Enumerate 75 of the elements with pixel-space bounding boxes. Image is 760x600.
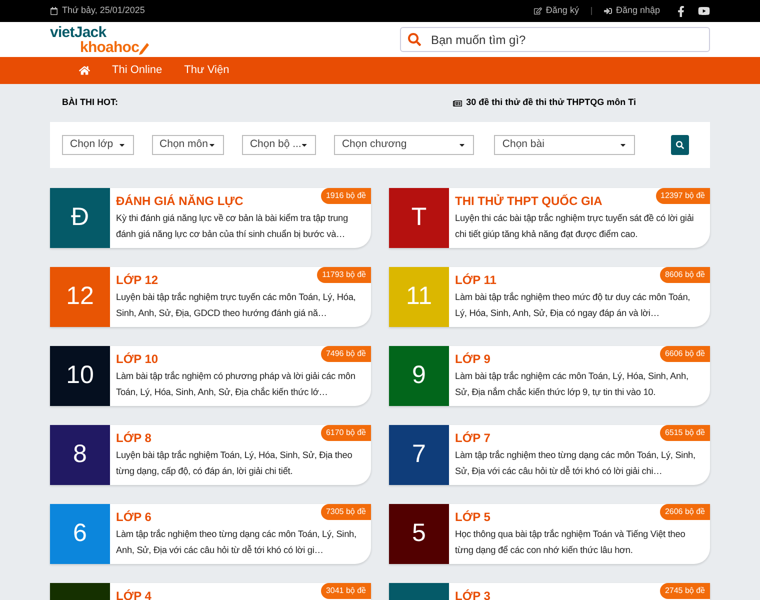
nav-link[interactable]: Thư Viện [184, 62, 230, 79]
count-badge: 12397 bộ đề [656, 188, 710, 204]
card-description: Làm bài tập trắc nghiệm có phương pháp và lời giải các môn Toán, Lý, Hóa, Sinh, Anh, Sử, Địa chắc kiến thức lớ… [116, 370, 356, 399]
card-tile: 9 [389, 346, 449, 406]
card-tile: 7 [389, 425, 449, 485]
search-field[interactable]: Bạn muốn tìm gì? [400, 27, 710, 52]
pencil-icon [139, 42, 150, 54]
newspaper-icon [453, 98, 462, 108]
card-title[interactable]: LỚP 7 [455, 430, 490, 446]
card-tile: 8 [50, 425, 110, 485]
card-description: Làm tập trắc nghiệm theo từng dạng các môn Toán, Lý, Sinh, Sử, Địa với các câu hỏi từ dễ tới khó có lời giải chi… [455, 449, 696, 478]
card-tile: 11 [389, 267, 449, 327]
count-badge: 7496 bộ đề [320, 346, 371, 362]
card-tile: 12 [50, 267, 110, 327]
card-title[interactable]: THI THỬ THPT QUỐC GIA [455, 193, 602, 209]
count-badge: 6170 bộ đề [320, 425, 371, 441]
card-title[interactable]: LỚP 6 [116, 509, 152, 525]
facebook-icon[interactable] [676, 6, 686, 16]
count-badge: 7305 bộ đề [320, 504, 371, 520]
count-badge: 6515 bộ đề [660, 425, 710, 441]
card-description: Làm bài tập trắc nghiệm theo mức độ tư duy các môn Toán, Lý, Hóa, Sinh, Anh, Sử, Địa có ngay đáp án và lời… [455, 291, 692, 320]
sign-in-icon [604, 7, 612, 15]
search-icon [408, 33, 421, 46]
card-title[interactable]: LỚP 3 [455, 588, 490, 600]
edit-icon [534, 7, 542, 15]
count-badge: 8606 bộ đề [660, 267, 710, 283]
search-icon [676, 141, 684, 149]
caret-icon [458, 141, 466, 149]
card-title[interactable]: LỚP 10 [116, 351, 158, 367]
card-tile: 10 [50, 346, 110, 406]
logo-text: vietJack [50, 24, 108, 40]
select-dropdown[interactable]: Chọn lớp [62, 135, 134, 155]
count-badge: 1916 bộ đề [320, 188, 371, 204]
card-tile: Đ [50, 188, 110, 248]
card-tile: T [389, 188, 449, 248]
select-dropdown[interactable]: Chọn môn [152, 135, 224, 155]
card-title[interactable]: LỚP 4 [116, 588, 152, 600]
card-description: Làm tập trắc nghiệm theo từng dạng các môn Toán, Lý, Sinh, Anh, Sử, Địa với các câu hỏi từ dễ tới khó có lời gi… [116, 528, 358, 557]
search-button[interactable] [670, 135, 689, 155]
card-tile: 5 [389, 504, 449, 564]
count-badge: 11793 bộ đề [317, 267, 371, 283]
caret-icon [118, 141, 126, 149]
caret-icon [618, 141, 627, 149]
count-badge: 6606 bộ đề [660, 346, 710, 362]
register-link[interactable]: Đăng ký [534, 4, 579, 18]
youtube-icon[interactable] [698, 5, 710, 17]
nav-link[interactable]: Thi Online [112, 62, 162, 79]
card-description: Kỳ thi đánh giá năng lực về cơ bản là bài kiểm tra tập trung đánh giá năng lực cơ bản của thí sinh chuẩn bị bước và… [116, 212, 349, 241]
card-title[interactable]: LỚP 8 [116, 430, 152, 446]
date-text: Thứ bảy, 25/01/2025 [62, 4, 145, 18]
card-title[interactable]: ĐÁNH GIÁ NĂNG LỰC [116, 193, 244, 209]
count-badge: 2606 bộ đề [660, 504, 710, 520]
count-badge: 2745 bộ đề [660, 583, 710, 599]
card-description: Học thông qua bài tập trắc nghiệm Toán và Tiếng Việt theo từng dạng để các con nhớ kiến thức lâu hơn. [455, 528, 686, 557]
card-title[interactable]: LỚP 11 [455, 272, 496, 288]
card-tile: 6 [50, 504, 110, 564]
card-title[interactable]: LỚP 12 [116, 272, 158, 288]
count-badge: 3041 bộ đề [320, 583, 371, 599]
card-description: Luyện bài tập trắc nghiệm trực tuyến các môn Toán, Lý, Hóa, Sinh, Anh, Sử, Địa, GDCD theo hướng đánh giá nă… [116, 291, 357, 320]
caret-icon [208, 141, 216, 149]
hot-label: BÀI THI HOT: [62, 96, 118, 110]
home-icon[interactable] [79, 65, 90, 76]
select-dropdown[interactable]: Chọn bài [494, 135, 635, 155]
card-description: Làm bài tập trắc nghiệm các môn Toán, Lý, Hóa, Sinh, Anh, Sử, Địa nắm chắc kiến thức lớp 9, tự tin thi vào 10. [455, 370, 690, 399]
card-title[interactable]: LỚP 5 [455, 509, 490, 525]
select-dropdown[interactable]: Chọn bộ ... [242, 135, 316, 155]
select-dropdown[interactable]: Chọn chương [334, 135, 474, 155]
login-link[interactable]: Đăng nhập [604, 4, 660, 18]
card-description: Luyện bài tập trắc nghiệm Toán, Lý, Hóa, Sinh, Sử, Địa theo từng dạng, cấp độ, có đáp án, lời giải chi tiết. [116, 449, 354, 478]
card-title[interactable]: LỚP 9 [455, 351, 490, 367]
card-description: Luyện thi các bài tập trắc nghiệm trực tuyến sát đề có lời giải chi tiết giúp tăng khả năng đạt được điểm cao. [455, 212, 695, 241]
calendar-icon [50, 7, 58, 15]
caret-icon [301, 141, 308, 149]
logo-subtext: khoahoc [80, 40, 140, 54]
ticker-text[interactable]: 30 đề thi thử đề thi thử THPTQG môn Ti [466, 96, 698, 110]
